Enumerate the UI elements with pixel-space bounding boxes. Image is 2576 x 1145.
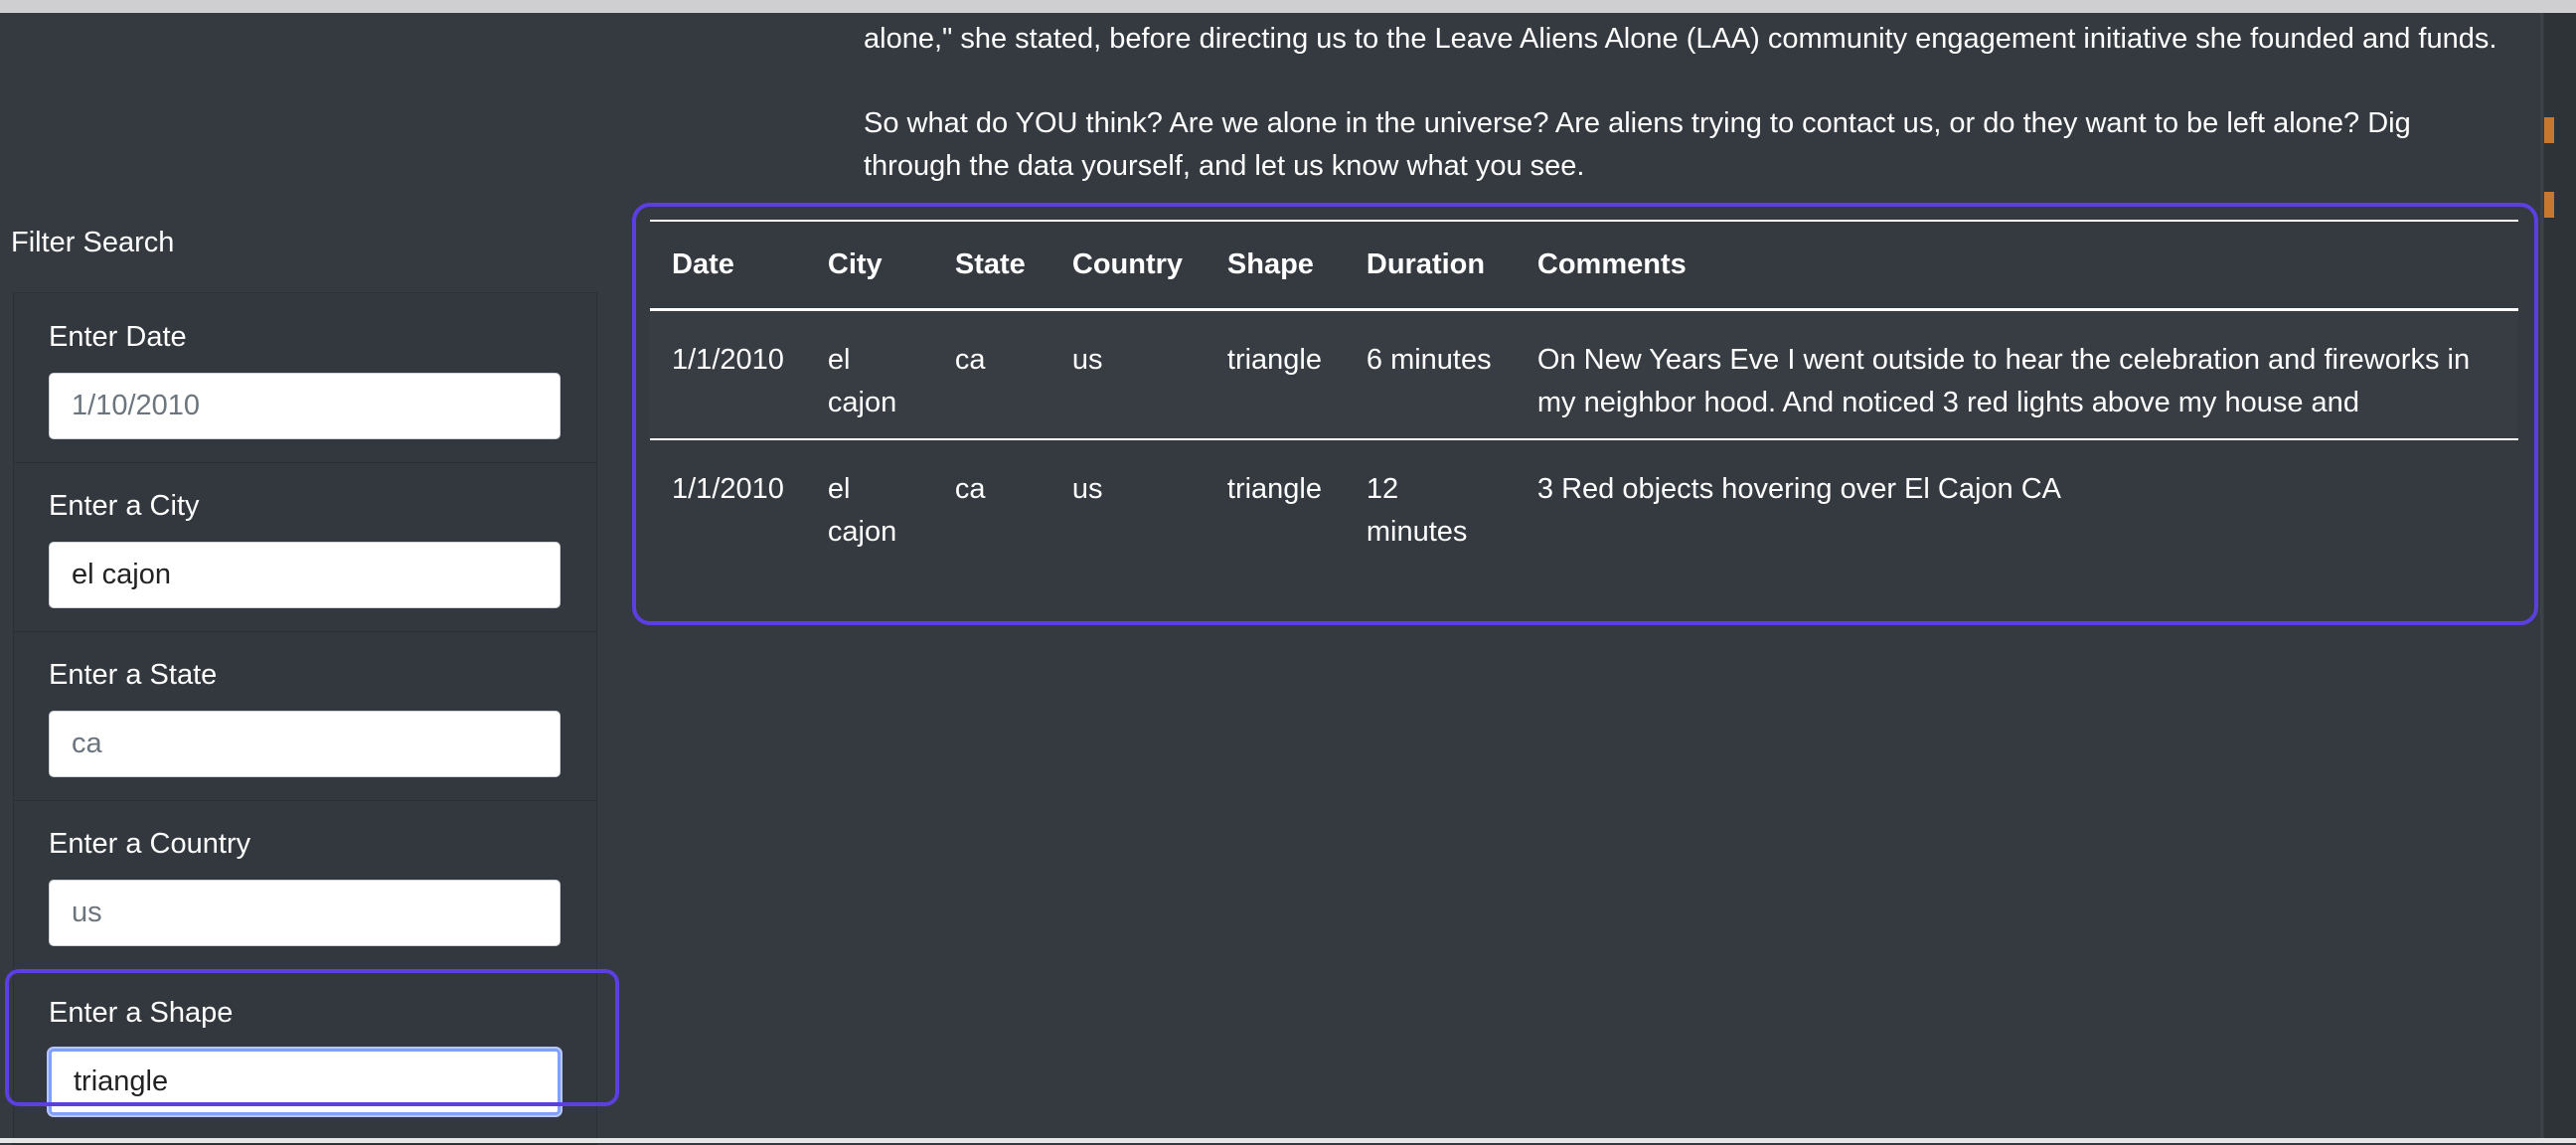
table-row: 1/1/2010 el cajon ca us triangle 12 minu… [650, 439, 2518, 554]
column-header-country[interactable]: Country [1049, 220, 1206, 311]
country-input[interactable] [49, 880, 561, 946]
column-header-comments[interactable]: Comments [1515, 220, 2518, 311]
date-input[interactable] [49, 373, 561, 439]
column-header-city[interactable]: City [805, 220, 933, 311]
column-header-duration[interactable]: Duration [1344, 220, 1516, 311]
cell-comments: 3 Red objects hovering over El Cajon CA [1536, 472, 2062, 505]
filter-item-city: Enter a City [14, 462, 596, 632]
cell-shape: triangle [1205, 309, 1345, 440]
shape-input[interactable] [49, 1049, 561, 1115]
cell-shape: triangle [1226, 472, 1323, 505]
scroll-marker [2544, 117, 2554, 143]
filter-item-state: Enter a State [14, 631, 596, 801]
intro-line: So what do YOU think? Are we alone in th… [864, 107, 2411, 139]
cell-country: us [1049, 309, 1206, 440]
intro-line: through the data yourself, and let us kn… [864, 150, 1585, 182]
filter-item-country: Enter a Country [14, 800, 596, 970]
cell-duration: 6 minutes [1344, 309, 1516, 440]
table-header-row: Date City State Country Shape Duration C… [650, 220, 2518, 311]
city-input[interactable] [49, 542, 561, 608]
cell-duration: 12 minutes [1366, 472, 1468, 548]
cell-state: ca [954, 472, 986, 505]
scrollbar-track[interactable] [2540, 13, 2543, 1143]
column-header-state[interactable]: State [932, 220, 1050, 311]
filter-label-date: Enter Date [49, 321, 187, 353]
column-header-shape[interactable]: Shape [1205, 220, 1345, 311]
filter-label-city: Enter a City [49, 490, 200, 522]
bottom-edge [0, 1138, 2576, 1143]
state-input[interactable] [49, 711, 561, 777]
filter-label-shape: Enter a Shape [49, 997, 234, 1029]
scroll-marker [2544, 192, 2554, 218]
filter-item-date: Enter Date [14, 293, 596, 463]
browser-top-bar [0, 0, 2576, 13]
ufo-results-table: Date City State Country Shape Duration C… [650, 220, 2518, 554]
cell-country: us [1071, 472, 1103, 505]
filter-label-state: Enter a State [49, 659, 218, 691]
intro-line: alone," she stated, before directing us … [864, 23, 2497, 55]
right-side-strip [2544, 13, 2576, 1143]
column-header-date[interactable]: Date [650, 220, 806, 311]
cell-comments: On New Years Eve I went outside to hear … [1515, 309, 2518, 440]
cell-city: el cajon [805, 309, 933, 440]
filter-label-country: Enter a Country [49, 828, 251, 860]
filter-item-shape: Enter a Shape [14, 969, 596, 1138]
cell-city: el cajon [827, 472, 897, 548]
intro-text: alone," she stated, before directing us … [864, 18, 2533, 188]
cell-state: ca [932, 309, 1050, 440]
cell-date: 1/1/2010 [650, 309, 806, 440]
filter-panel: Enter Date Enter a City Enter a State En… [13, 292, 597, 1145]
filter-search-heading: Filter Search [11, 227, 175, 258]
table-row: 1/1/2010 el cajon ca us triangle 6 minut… [650, 309, 2518, 440]
cell-date: 1/1/2010 [672, 472, 784, 505]
